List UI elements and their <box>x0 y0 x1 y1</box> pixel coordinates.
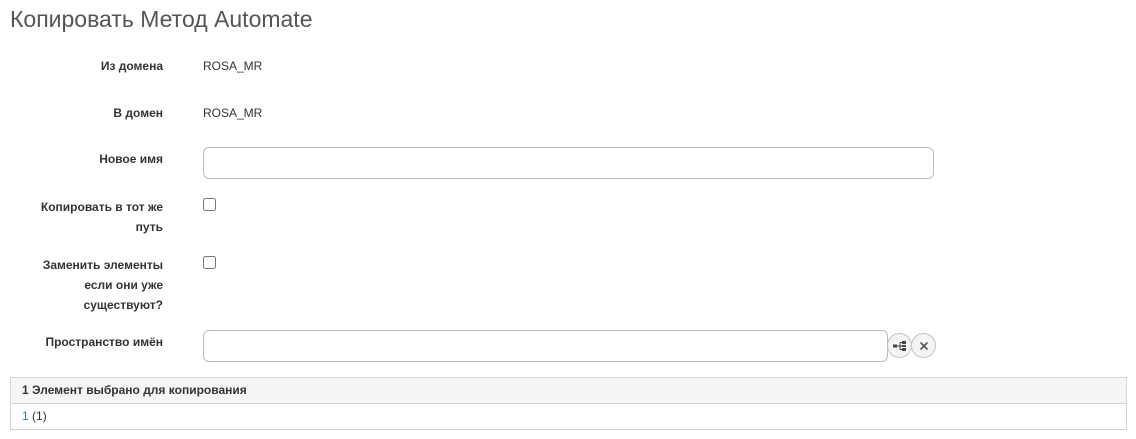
to-domain-value: ROSA_MR <box>203 106 263 120</box>
from-domain-value: ROSA_MR <box>203 59 263 73</box>
selected-items-list: 1 (1) <box>11 404 1126 429</box>
selected-items-header: 1 Элемент выбрано для копирования <box>11 378 1126 404</box>
list-item: 1 (1) <box>22 404 1126 428</box>
namespace-clear-button[interactable] <box>911 333 936 358</box>
selected-item-link[interactable]: 1 <box>22 409 29 423</box>
copy-same-path-checkbox[interactable] <box>203 198 216 211</box>
new-name-label: Новое имя <box>99 152 163 166</box>
namespace-input[interactable] <box>203 330 888 362</box>
from-domain-label: Из домена <box>100 59 163 73</box>
override-existing-label-line2: если они уже <box>84 278 163 292</box>
override-existing-label-line1: Заменить элементы <box>42 258 163 272</box>
override-existing-label: Заменить элементы если они уже существую… <box>23 255 163 315</box>
tree-select-icon <box>892 340 907 352</box>
copy-same-path-label: Копировать в тот же путь <box>23 197 163 237</box>
namespace-label: Пространство имён <box>45 335 163 349</box>
override-existing-checkbox[interactable] <box>203 256 216 269</box>
copy-method-page: Копировать Метод Automate Из домена ROSA… <box>0 0 1136 439</box>
selected-item-count: (1) <box>28 409 47 423</box>
copy-same-path-label-line2: путь <box>135 220 163 234</box>
close-icon <box>919 341 929 351</box>
to-domain-label: В домен <box>113 106 163 120</box>
override-existing-label-line3: существуют? <box>83 298 163 312</box>
new-name-input[interactable] <box>203 147 934 179</box>
namespace-select-button[interactable] <box>887 333 912 358</box>
page-title: Копировать Метод Automate <box>10 6 313 32</box>
selected-items-panel: 1 Элемент выбрано для копирования 1 (1) <box>10 377 1127 430</box>
copy-same-path-label-line1: Копировать в тот же <box>40 200 163 214</box>
